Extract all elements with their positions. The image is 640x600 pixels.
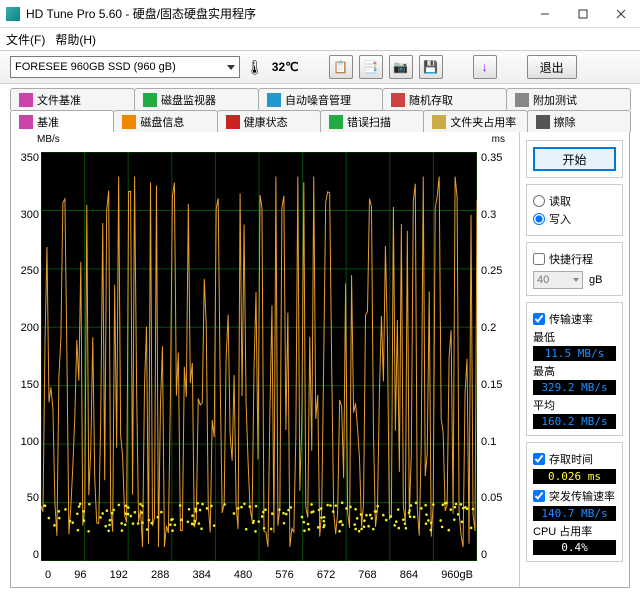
avg-label: 平均 bbox=[533, 397, 616, 413]
shortstroke-check[interactable]: 快捷行程 bbox=[533, 251, 616, 267]
thermometer-icon: 🌡 bbox=[246, 59, 264, 76]
erase-icon bbox=[536, 115, 550, 129]
file-bench-icon bbox=[19, 93, 33, 107]
bench-icon bbox=[19, 115, 33, 129]
copy-screenshot-button[interactable]: 📑 bbox=[359, 55, 383, 79]
transferrate-check[interactable]: 传输速率 bbox=[533, 311, 616, 327]
health-icon bbox=[226, 115, 240, 129]
start-button[interactable]: 开始 bbox=[533, 147, 616, 171]
monitor-icon bbox=[143, 93, 157, 107]
burst-check[interactable]: 突发传输速率 bbox=[533, 488, 616, 504]
random-icon bbox=[391, 93, 405, 107]
minimize-button[interactable] bbox=[526, 0, 564, 28]
tab-info[interactable]: 磁盘信息 bbox=[113, 110, 217, 132]
accesstime-check[interactable]: 存取时间 bbox=[533, 451, 616, 467]
read-radio[interactable]: 读取 bbox=[533, 193, 616, 209]
burst-value: 140.7 MB/s bbox=[533, 506, 616, 521]
benchmark-chart: MB/s ms 350300250200150100500 0961922883… bbox=[11, 132, 519, 587]
noise-icon bbox=[267, 93, 281, 107]
save-button[interactable]: 💾 bbox=[419, 55, 443, 79]
max-label: 最高 bbox=[533, 363, 616, 379]
y-axis-right-label: ms bbox=[492, 134, 505, 145]
min-value: 11.5 MB/s bbox=[533, 346, 616, 361]
folder-icon bbox=[432, 115, 446, 129]
min-label: 最低 bbox=[533, 329, 616, 345]
write-radio[interactable]: 写入 bbox=[533, 211, 616, 227]
drive-name: FORESEE 960GB SSD (960 gB) bbox=[15, 61, 176, 73]
avg-value: 160.2 MB/s bbox=[533, 414, 616, 429]
info-icon bbox=[122, 115, 136, 129]
temperature-value: 32℃ bbox=[272, 60, 299, 74]
cpu-value: 0.4% bbox=[533, 540, 616, 555]
tab-extra[interactable]: 附加测试 bbox=[506, 88, 631, 110]
menu-help[interactable]: 帮助(H) bbox=[55, 31, 96, 48]
max-value: 329.2 MB/s bbox=[533, 380, 616, 395]
cpu-label: CPU 占用率 bbox=[533, 523, 616, 539]
copy-info-button[interactable]: 📋 bbox=[329, 55, 353, 79]
close-button[interactable] bbox=[602, 0, 640, 28]
tab-noise[interactable]: 自动噪音管理 bbox=[258, 88, 383, 110]
menu-file[interactable]: 文件(F) bbox=[6, 31, 45, 48]
accesstime-value: 0.026 ms bbox=[533, 469, 616, 484]
app-icon bbox=[6, 7, 20, 21]
maximize-button[interactable] bbox=[564, 0, 602, 28]
tab-bench[interactable]: 基准 bbox=[10, 110, 114, 132]
window-title: HD Tune Pro 5.60 - 硬盘/固态硬盘实用程序 bbox=[26, 5, 526, 22]
shortstroke-size-select: 40 bbox=[533, 271, 583, 289]
options-button[interactable]: ↓ bbox=[473, 55, 497, 79]
extra-icon bbox=[515, 93, 529, 107]
scan-icon bbox=[329, 115, 343, 129]
tab-erase[interactable]: 擦除 bbox=[527, 110, 631, 132]
drive-select[interactable]: FORESEE 960GB SSD (960 gB) bbox=[10, 56, 240, 78]
chevron-down-icon bbox=[227, 65, 235, 70]
tab-folder[interactable]: 文件夹占用率 bbox=[423, 110, 527, 132]
tab-file-bench[interactable]: 文件基准 bbox=[10, 88, 135, 110]
exit-button[interactable]: 退出 bbox=[527, 55, 577, 79]
tab-scan[interactable]: 错误扫描 bbox=[320, 110, 424, 132]
screenshot-button[interactable]: 📷 bbox=[389, 55, 413, 79]
tab-health[interactable]: 健康状态 bbox=[217, 110, 321, 132]
tab-monitor[interactable]: 磁盘监视器 bbox=[134, 88, 259, 110]
tab-random[interactable]: 随机存取 bbox=[382, 88, 507, 110]
